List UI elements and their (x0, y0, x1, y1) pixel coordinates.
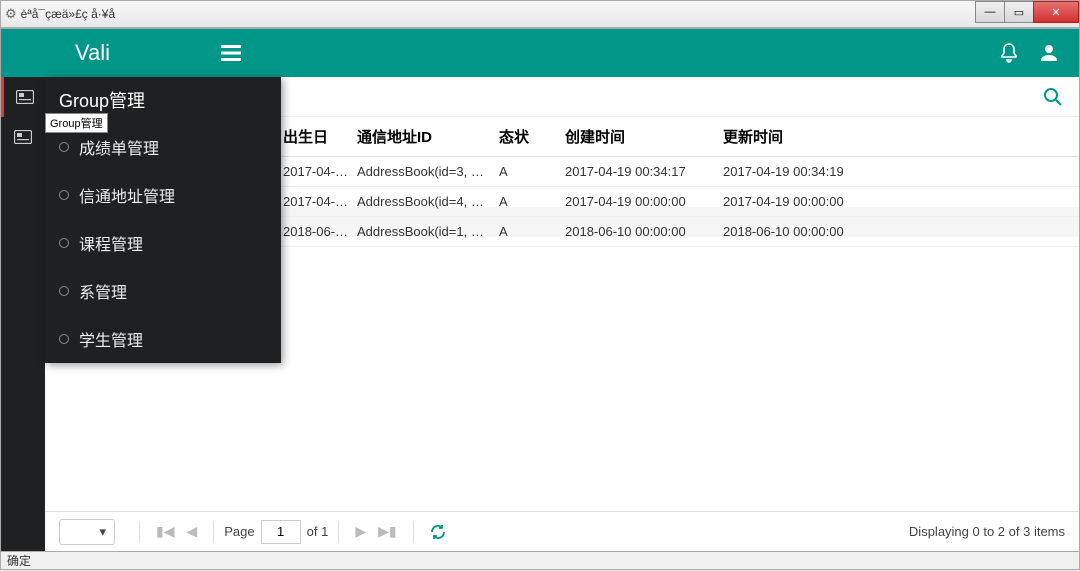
notifications-button[interactable] (989, 42, 1029, 64)
window-titlebar: ⚙ èªå¯çæä»£ç å·¥å — ▭ ✕ (0, 0, 1080, 28)
search-button[interactable] (1043, 87, 1063, 107)
close-button[interactable]: ✕ (1033, 1, 1079, 23)
sidebar-item-2[interactable] (1, 117, 45, 157)
menu-toggle-button[interactable] (211, 45, 251, 61)
refresh-icon (430, 524, 446, 540)
flyout-item-course[interactable]: 课程管理 (45, 219, 281, 267)
circle-icon (59, 190, 69, 200)
next-page-button[interactable]: ▶ (349, 523, 372, 540)
first-page-button[interactable]: ▮◀ (150, 523, 180, 540)
flyout-item-label: 成绩单管理 (79, 135, 159, 159)
cell-birth: 2018-06-0... (281, 224, 357, 239)
user-icon (1039, 43, 1059, 63)
cell-birth: 2017-04-1... (281, 164, 357, 179)
topbar: Vali (1, 29, 1079, 77)
bell-icon (999, 42, 1019, 64)
cell-status: A (499, 194, 565, 209)
cell-created: 2017-04-19 00:00:00 (565, 194, 723, 209)
col-header-updated[interactable]: 更新时间 (723, 126, 881, 147)
col-header-addr[interactable]: 通信地址ID (357, 126, 499, 147)
flyout-item-address[interactable]: 信通地址管理 (45, 171, 281, 219)
cell-updated: 2017-04-19 00:34:19 (723, 164, 881, 179)
search-icon (1043, 87, 1063, 107)
col-header-created[interactable]: 创建时间 (565, 126, 723, 147)
circle-icon (59, 334, 69, 344)
pager: ▾ ▮◀ ◀ Page of 1 ▶ ▶▮ Displaying 0 to 2 … (45, 511, 1079, 551)
cell-status: A (499, 224, 565, 239)
status-text: 确定 (7, 552, 31, 569)
cell-created: 2017-04-19 00:34:17 (565, 164, 723, 179)
col-header-status[interactable]: 态状 (499, 126, 565, 147)
display-info: Displaying 0 to 2 of 3 items (909, 524, 1065, 539)
cell-created: 2018-06-10 00:00:00 (565, 224, 723, 239)
cell-addr: AddressBook(id=3, mo... (357, 164, 499, 179)
sidebar: Group管理 Group管理 成绩单管理 信通地址管理 课程管理 系管理 学生… (1, 77, 45, 551)
last-page-button[interactable]: ▶▮ (372, 523, 402, 540)
flyout-item-label: 学生管理 (79, 327, 143, 351)
refresh-button[interactable] (424, 524, 452, 540)
gear-icon: ⚙ (5, 6, 17, 22)
page-input[interactable] (261, 520, 301, 544)
of-label: of (307, 524, 318, 539)
circle-icon (59, 286, 69, 296)
col-header-birth[interactable]: 出生日 (281, 126, 357, 147)
maximize-button[interactable]: ▭ (1004, 1, 1034, 23)
cell-birth: 2017-04-0... (281, 194, 357, 209)
cell-status: A (499, 164, 565, 179)
flyout-item-dept[interactable]: 系管理 (45, 267, 281, 315)
flyout-item-label: 信通地址管理 (79, 183, 175, 207)
page-size-select[interactable]: ▾ (59, 519, 115, 545)
card-icon (16, 90, 34, 104)
total-pages: 1 (321, 524, 328, 539)
cell-addr: AddressBook(id=1, mo... (357, 224, 499, 239)
minimize-button[interactable]: — (975, 1, 1005, 23)
sidebar-item-group[interactable] (1, 77, 45, 117)
flyout-item-student[interactable]: 学生管理 (45, 315, 281, 363)
user-menu-button[interactable] (1029, 43, 1069, 63)
brand: Vali (1, 29, 211, 77)
tooltip: Group管理 (45, 113, 108, 133)
card-icon (14, 130, 32, 144)
cell-updated: 2017-04-19 00:00:00 (723, 194, 881, 209)
circle-icon (59, 238, 69, 248)
flyout-item-label: 课程管理 (79, 231, 143, 255)
flyout-item-label: 系管理 (79, 279, 127, 303)
page-label: Page (224, 524, 254, 539)
window-title: èªå¯çæä»£ç å·¥å (21, 7, 115, 21)
circle-icon (59, 142, 69, 152)
hamburger-icon (221, 45, 241, 61)
cell-updated: 2018-06-10 00:00:00 (723, 224, 881, 239)
window-status-bar: 确定 (0, 552, 1080, 570)
sidebar-flyout: Group管理 Group管理 成绩单管理 信通地址管理 课程管理 系管理 学生… (45, 77, 281, 363)
prev-page-button[interactable]: ◀ (180, 523, 203, 540)
cell-addr: AddressBook(id=4, mo... (357, 194, 499, 209)
